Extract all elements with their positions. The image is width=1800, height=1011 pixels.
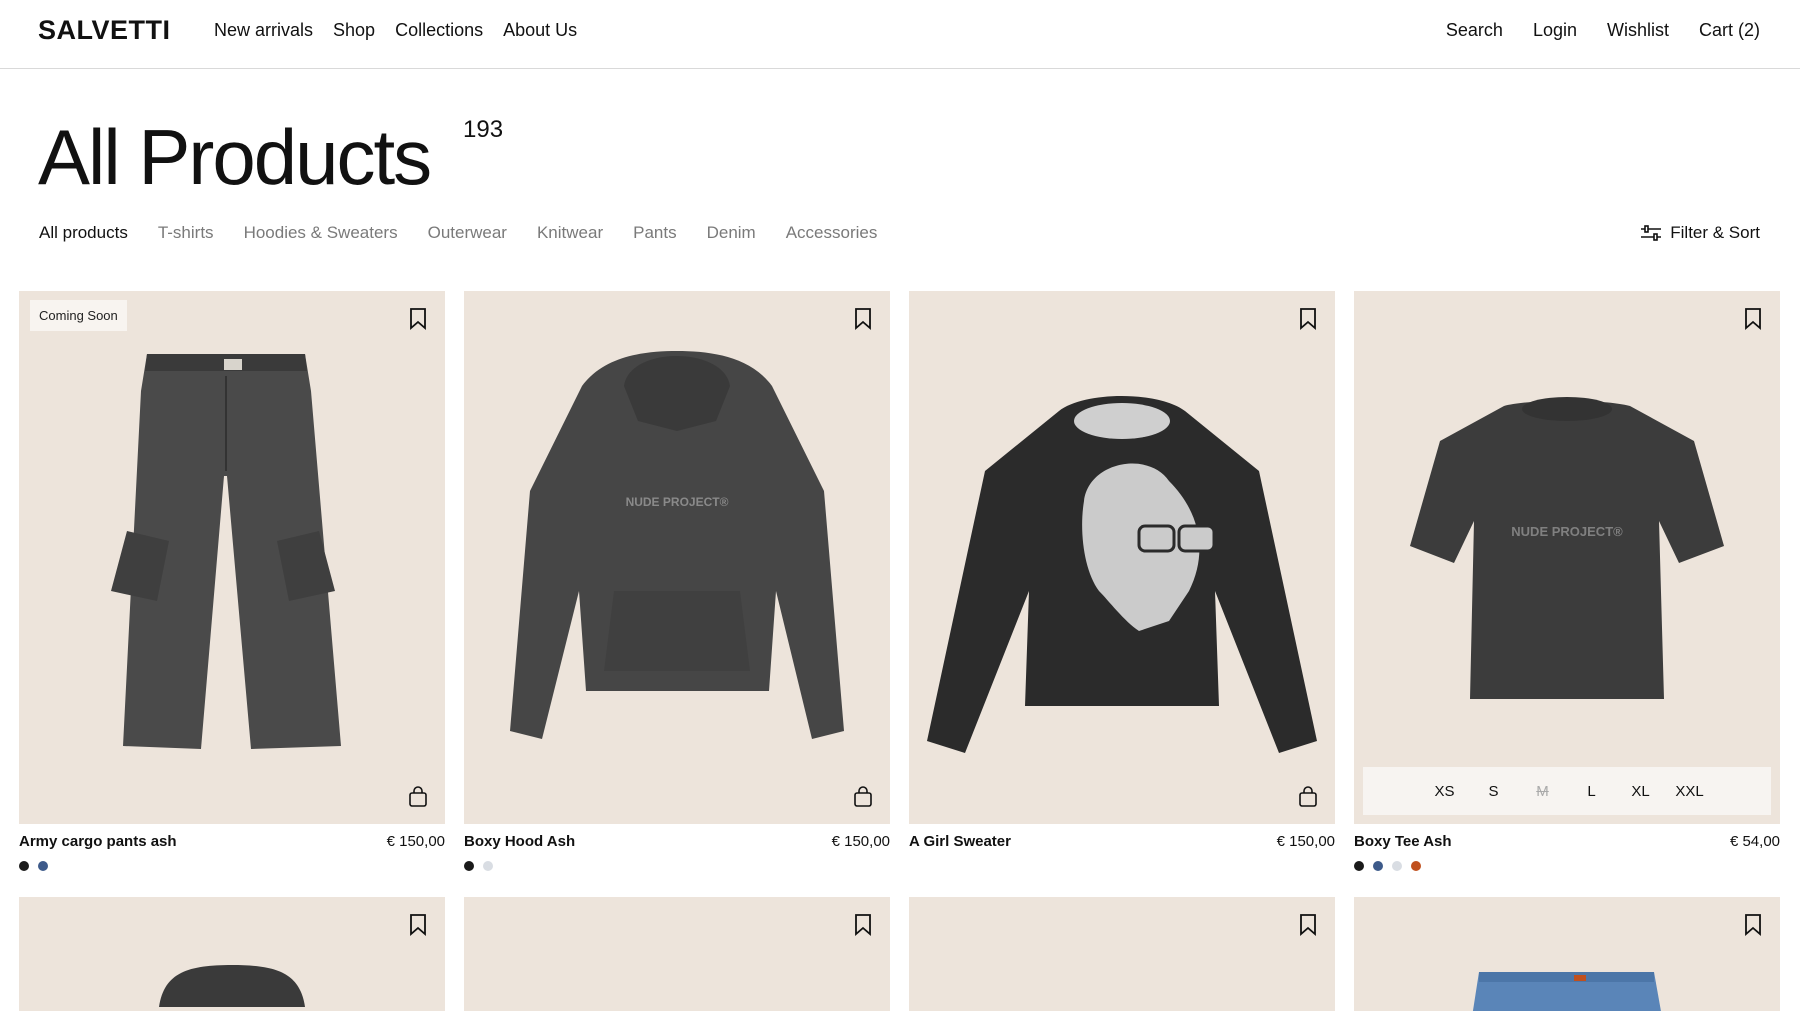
tab-all-products[interactable]: All products <box>39 223 128 243</box>
size-option-m-unavailable: M <box>1536 782 1549 800</box>
category-tabs: All products T-shirts Hoodies & Sweaters… <box>39 223 877 243</box>
product-name[interactable]: Boxy Hood Ash <box>464 833 575 850</box>
product-image[interactable] <box>1354 897 1780 1011</box>
size-option-xxl[interactable]: XXL <box>1665 783 1714 800</box>
color-swatch[interactable] <box>1411 861 1421 871</box>
nav-shop[interactable]: Shop <box>333 20 375 41</box>
product-image[interactable] <box>19 897 445 1011</box>
sliders-icon <box>1641 225 1662 241</box>
color-swatch[interactable] <box>19 861 29 871</box>
jeans-image <box>1472 972 1661 1011</box>
filter-sort-button[interactable]: Filter & Sort <box>1640 223 1760 243</box>
product-card[interactable]: Coming Soon Army cargo pants ash € 150,0… <box>19 291 445 871</box>
product-price: € 150,00 <box>386 833 445 850</box>
cargo-pants-image <box>111 354 341 749</box>
bookmark-icon[interactable] <box>409 914 427 936</box>
product-name[interactable]: Army cargo pants ash <box>19 833 177 850</box>
tab-accessories[interactable]: Accessories <box>786 223 878 243</box>
login-link[interactable]: Login <box>1533 20 1577 41</box>
size-option-xl[interactable]: XL <box>1616 783 1665 800</box>
size-option-l[interactable]: L <box>1567 783 1616 800</box>
product-image-partial <box>464 897 890 1011</box>
product-image[interactable] <box>464 897 890 1011</box>
product-card[interactable]: A Girl Sweater € 150,00 <box>909 291 1335 850</box>
color-swatch[interactable] <box>483 861 493 871</box>
site-logo[interactable]: SALVETTI <box>38 15 171 46</box>
size-option-xs[interactable]: XS <box>1420 783 1469 800</box>
tab-knitwear[interactable]: Knitwear <box>537 223 603 243</box>
shopping-bag-icon[interactable] <box>853 786 873 808</box>
product-image[interactable]: NUDE PROJECT® XS S M L XL XXL <box>1354 291 1780 824</box>
color-swatch[interactable] <box>1373 861 1383 871</box>
product-card[interactable] <box>19 897 445 1011</box>
product-price: € 150,00 <box>831 833 890 850</box>
bookmark-icon[interactable] <box>854 914 872 936</box>
size-selector: XS S M L XL XXL <box>1363 767 1771 815</box>
product-info: A Girl Sweater € 150,00 <box>909 833 1335 850</box>
tab-pants[interactable]: Pants <box>633 223 676 243</box>
cart-link[interactable]: Cart (2) <box>1699 20 1760 41</box>
product-card[interactable] <box>464 897 890 1011</box>
tab-hoodies-sweaters[interactable]: Hoodies & Sweaters <box>244 223 398 243</box>
tab-outerwear[interactable]: Outerwear <box>428 223 507 243</box>
color-swatch[interactable] <box>1392 861 1402 871</box>
color-swatches <box>464 861 890 871</box>
product-card[interactable]: NUDE PROJECT® Boxy Hood Ash € 150,00 <box>464 291 890 871</box>
color-swatches <box>19 861 445 871</box>
bookmark-icon[interactable] <box>1744 914 1762 936</box>
tee-print-text: NUDE PROJECT® <box>1511 524 1623 539</box>
product-image[interactable] <box>909 897 1335 1011</box>
product-image[interactable]: NUDE PROJECT® <box>464 291 890 824</box>
product-image[interactable] <box>909 291 1335 824</box>
product-card[interactable]: NUDE PROJECT® XS S M L XL XXL Boxy Tee A… <box>1354 291 1780 871</box>
site-header: SALVETTI New arrivals Shop Collections A… <box>0 0 1800 69</box>
bookmark-icon[interactable] <box>1299 308 1317 330</box>
product-name[interactable]: Boxy Tee Ash <box>1354 833 1452 850</box>
product-count: 193 <box>463 116 504 143</box>
product-image[interactable]: Coming Soon <box>19 291 445 824</box>
product-info: Boxy Tee Ash € 54,00 <box>1354 833 1780 850</box>
color-swatch[interactable] <box>1354 861 1364 871</box>
search-link[interactable]: Search <box>1446 20 1503 41</box>
bookmark-icon[interactable] <box>854 308 872 330</box>
size-option-s[interactable]: S <box>1469 783 1518 800</box>
sweater-image <box>927 396 1317 753</box>
product-name[interactable]: A Girl Sweater <box>909 833 1011 850</box>
product-price: € 150,00 <box>1276 833 1335 850</box>
nav-new-arrivals[interactable]: New arrivals <box>214 20 313 41</box>
nav-collections[interactable]: Collections <box>395 20 483 41</box>
color-swatch[interactable] <box>38 861 48 871</box>
hoodie-image: NUDE PROJECT® <box>510 351 844 739</box>
color-swatches <box>1354 861 1780 871</box>
nav-about-us[interactable]: About Us <box>503 20 577 41</box>
product-info: Army cargo pants ash € 150,00 <box>19 833 445 850</box>
shorts-image <box>159 965 305 1007</box>
product-card[interactable] <box>909 897 1335 1011</box>
shopping-bag-icon[interactable] <box>1298 786 1318 808</box>
bookmark-icon[interactable] <box>1744 308 1762 330</box>
tab-denim[interactable]: Denim <box>707 223 756 243</box>
coming-soon-badge: Coming Soon <box>30 300 127 331</box>
color-swatch[interactable] <box>464 861 474 871</box>
product-info: Boxy Hood Ash € 150,00 <box>464 833 890 850</box>
shopping-bag-icon[interactable] <box>408 786 428 808</box>
product-card[interactable] <box>1354 897 1780 1011</box>
filter-sort-label: Filter & Sort <box>1670 223 1760 242</box>
product-price: € 54,00 <box>1729 833 1780 850</box>
bookmark-icon[interactable] <box>1299 914 1317 936</box>
tab-t-shirts[interactable]: T-shirts <box>158 223 214 243</box>
hoodie-print-text: NUDE PROJECT® <box>626 495 729 509</box>
page-title: All Products <box>38 113 432 201</box>
bookmark-icon[interactable] <box>409 308 427 330</box>
utility-nav: Search Login Wishlist Cart (2) <box>1446 20 1760 41</box>
main-nav: New arrivals Shop Collections About Us <box>214 20 577 41</box>
wishlist-link[interactable]: Wishlist <box>1607 20 1669 41</box>
tshirt-image: NUDE PROJECT® <box>1410 397 1724 699</box>
